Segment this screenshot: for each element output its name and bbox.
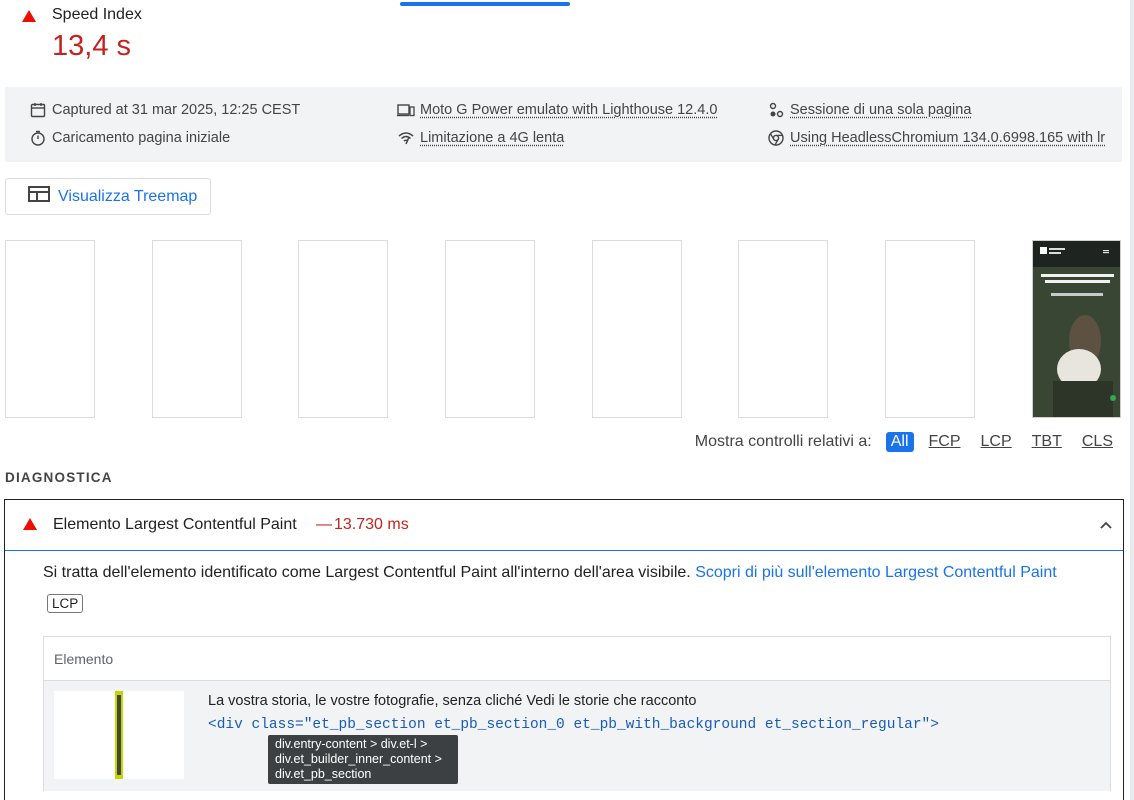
view-treemap-button[interactable]: Visualizza Treemap: [5, 178, 211, 215]
chrome-icon: [767, 129, 785, 147]
filter-label: Mostra controlli relativi a:: [694, 433, 872, 450]
node-label: La vostra storia, le vostre fotografie, …: [208, 693, 697, 709]
diagnostics-heading: DIAGNOSTICA: [5, 470, 113, 485]
audit-separator: —: [316, 516, 332, 533]
audit-table: Elemento La vostra storia, le vostre fot…: [43, 636, 1111, 791]
filter-lcp[interactable]: LCP: [976, 432, 1017, 452]
lcp-element-audit: Elemento Largest Contentful Paint — 13.7…: [4, 499, 1124, 800]
env-load-type: Caricamento pagina iniziale: [29, 129, 230, 147]
audit-value: 13.730 ms: [334, 516, 409, 533]
chevron-up-icon[interactable]: [1099, 514, 1113, 535]
active-tab-indicator: [400, 2, 570, 6]
env-session[interactable]: Sessione di una sola pagina: [767, 101, 971, 119]
audit-description: Si tratta dell'elemento identificato com…: [43, 564, 1057, 581]
env-device[interactable]: Moto G Power emulato with Lighthouse 12.…: [397, 101, 717, 119]
lcp-badge: LCP: [47, 594, 84, 613]
filmstrip-frame: [885, 240, 975, 418]
filmstrip-frame: [298, 240, 388, 418]
network-wifi-icon: [397, 129, 415, 147]
column-header-element: Elemento: [54, 651, 114, 667]
filmstrip-frame-final: [1032, 240, 1121, 418]
metric-label: Speed Index: [52, 6, 142, 23]
element-screenshot: [54, 691, 184, 779]
filter-all[interactable]: All: [885, 432, 914, 452]
page-screenshot-thumbnail: [1033, 241, 1120, 417]
filter-tbt[interactable]: TBT: [1027, 432, 1067, 452]
filmstrip-frame: [445, 240, 535, 418]
env-throttling[interactable]: Limitazione a 4G lenta: [397, 129, 564, 147]
fail-triangle-icon: [22, 10, 36, 22]
environment-panel: Captured at 31 mar 2025, 12:25 CEST Cari…: [5, 87, 1122, 162]
scrollbar-track[interactable]: [1130, 0, 1134, 800]
metric-value: 13,4 s: [52, 30, 131, 62]
filmstrip-frame: [152, 240, 242, 418]
calendar-icon: [29, 101, 47, 119]
fail-triangle-icon: [23, 518, 37, 530]
metric-filter: Mostra controlli relativi a: All FCP LCP…: [695, 432, 1118, 452]
devices-icon: [397, 101, 415, 119]
stopwatch-icon: [29, 129, 47, 147]
session-icon: [767, 101, 785, 119]
filter-cls[interactable]: CLS: [1077, 432, 1118, 452]
node-snippet[interactable]: <div class="et_pb_section et_pb_section_…: [208, 717, 939, 733]
table-row[interactable]: La vostra storia, le vostre fotografie, …: [44, 681, 1110, 791]
filmstrip-frame: [5, 240, 95, 418]
env-captured: Captured at 31 mar 2025, 12:25 CEST: [29, 101, 300, 119]
filmstrip-frame: [592, 240, 682, 418]
node-path-tooltip: div.entry-content > div.et-l > div.et_bu…: [268, 735, 458, 784]
audit-header[interactable]: Elemento Largest Contentful Paint — 13.7…: [5, 500, 1123, 551]
filter-fcp[interactable]: FCP: [924, 432, 966, 452]
audit-title: Elemento Largest Contentful Paint: [53, 516, 297, 533]
env-browser[interactable]: Using HeadlessChromium 134.0.6998.165 wi…: [767, 129, 1117, 147]
table-header: Elemento: [44, 637, 1110, 681]
learn-more-link[interactable]: Scopri di più sull'elemento Largest Cont…: [695, 564, 1056, 581]
filmstrip-frame: [738, 240, 828, 418]
treemap-icon: [28, 186, 50, 207]
